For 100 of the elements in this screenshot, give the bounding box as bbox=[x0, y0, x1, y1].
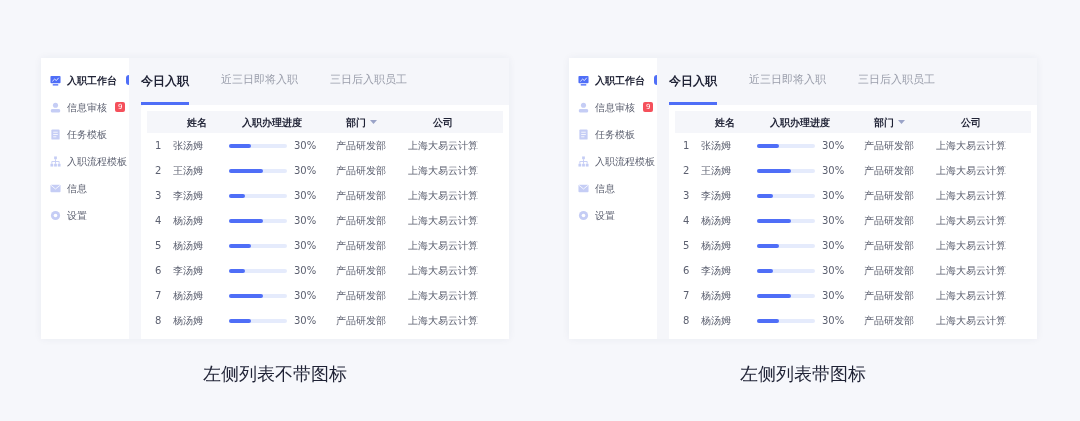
table-cell-text: 产品研发部 bbox=[335, 189, 387, 203]
progress-reading: 30% bbox=[294, 264, 317, 278]
row-number: 7 bbox=[682, 289, 691, 303]
mail-icon bbox=[578, 182, 589, 194]
table-cell-text: 王汤姆 bbox=[173, 164, 204, 178]
progress-reading: 30% bbox=[294, 289, 317, 303]
table-cell-text: 张汤姆 bbox=[173, 139, 204, 153]
sidebar-item[interactable]: 入职流程模板 bbox=[569, 152, 657, 170]
table-cell-text: 杨汤姆 bbox=[701, 239, 732, 253]
column-header[interactable]: 入职办理进度 bbox=[770, 114, 830, 130]
table-cell-text: 产品研发部 bbox=[863, 214, 915, 228]
sidebar-item[interactable]: 任务模板 bbox=[569, 125, 657, 143]
table-cell-text: 上海大易云计算 bbox=[407, 139, 479, 153]
row-number: 3 bbox=[154, 189, 163, 203]
progress-reading: 30% bbox=[822, 239, 845, 253]
user-icon bbox=[50, 101, 61, 113]
caption: 左侧列表带图标 bbox=[740, 362, 866, 386]
table-cell-text: 杨汤姆 bbox=[173, 214, 204, 228]
row-number: 3 bbox=[682, 189, 691, 203]
progress-reading: 30% bbox=[822, 289, 845, 303]
row-number: 7 bbox=[154, 289, 163, 303]
row-number: 2 bbox=[154, 164, 163, 178]
table-cell-text: 杨汤姆 bbox=[173, 289, 204, 303]
table-cell-text: 上海大易云计算 bbox=[407, 289, 479, 303]
row-number: 2 bbox=[682, 164, 691, 178]
table-cell-text: 杨汤姆 bbox=[701, 289, 732, 303]
table-cell-text: 产品研发部 bbox=[335, 239, 387, 253]
document-icon bbox=[578, 128, 589, 140]
table-cell-text: 李汤姆 bbox=[701, 264, 732, 278]
row-number: 5 bbox=[682, 239, 691, 253]
caption: 左侧列表不带图标 bbox=[203, 362, 347, 386]
progress-reading: 30% bbox=[822, 264, 845, 278]
progress-reading: 30% bbox=[822, 139, 845, 153]
table-cell-text: 上海大易云计算 bbox=[935, 214, 1007, 228]
table-cell-text: 上海大易云计算 bbox=[407, 314, 479, 328]
table-cell-text: 产品研发部 bbox=[863, 139, 915, 153]
column-header[interactable]: 部门 bbox=[345, 114, 377, 130]
table-cell-text: 产品研发部 bbox=[863, 289, 915, 303]
column-header[interactable]: 公司 bbox=[433, 114, 453, 130]
table-cell-text: 上海大易云计算 bbox=[935, 264, 1007, 278]
sidebar-item[interactable]: 设置 bbox=[41, 206, 129, 224]
row-number: 4 bbox=[682, 214, 691, 228]
column-header[interactable]: 姓名 bbox=[187, 114, 207, 130]
sidebar-item[interactable]: 入职工作台 bbox=[41, 71, 129, 89]
user-icon bbox=[578, 101, 589, 113]
sidebar-item[interactable]: 入职流程模板 bbox=[41, 152, 129, 170]
table-cell-text: 李汤姆 bbox=[701, 189, 732, 203]
table-cell-text: 产品研发部 bbox=[335, 139, 387, 153]
sort-caret-icon[interactable] bbox=[897, 120, 905, 124]
table-cell-text: 产品研发部 bbox=[335, 289, 387, 303]
progress-reading: 30% bbox=[822, 164, 845, 178]
sidebar-item[interactable]: 信息 bbox=[41, 179, 129, 197]
table-cell-text: 上海大易云计算 bbox=[935, 239, 1007, 253]
column-header[interactable]: 部门 bbox=[873, 114, 905, 130]
table-cell-text: 上海大易云计算 bbox=[407, 214, 479, 228]
table-cell-text: 杨汤姆 bbox=[701, 214, 732, 228]
hierarchy-icon bbox=[50, 155, 61, 167]
table-cell-text: 产品研发部 bbox=[863, 314, 915, 328]
table-cell-text: 上海大易云计算 bbox=[935, 289, 1007, 303]
table-cell-text: 杨汤姆 bbox=[173, 239, 204, 253]
progress-reading: 30% bbox=[822, 314, 845, 328]
progress-reading: 30% bbox=[294, 239, 317, 253]
table-cell-text: 李汤姆 bbox=[173, 264, 204, 278]
row-number: 6 bbox=[154, 264, 163, 278]
table-cell-text: 产品研发部 bbox=[863, 189, 915, 203]
progress-reading: 30% bbox=[822, 214, 845, 228]
table-cell-text: 上海大易云计算 bbox=[935, 189, 1007, 203]
mail-icon bbox=[50, 182, 61, 194]
table-cell-text: 产品研发部 bbox=[863, 239, 915, 253]
row-number: 5 bbox=[154, 239, 163, 253]
table-cell-text: 上海大易云计算 bbox=[407, 189, 479, 203]
column-header[interactable]: 入职办理进度 bbox=[242, 114, 302, 130]
table-cell-text: 上海大易云计算 bbox=[935, 164, 1007, 178]
table-cell-text: 上海大易云计算 bbox=[935, 139, 1007, 153]
table-cell-text: 上海大易云计算 bbox=[935, 314, 1007, 328]
monitor-icon bbox=[578, 74, 589, 86]
column-header[interactable]: 公司 bbox=[961, 114, 981, 130]
sidebar-item[interactable]: 任务模板 bbox=[41, 125, 129, 143]
row-number: 4 bbox=[154, 214, 163, 228]
progress-reading: 30% bbox=[294, 214, 317, 228]
table-cell-text: 产品研发部 bbox=[335, 164, 387, 178]
sidebar-item[interactable]: 入职工作台 bbox=[569, 71, 657, 89]
sort-caret-icon[interactable] bbox=[369, 120, 377, 124]
sidebar-item[interactable]: 信息 bbox=[569, 179, 657, 197]
row-number: 1 bbox=[154, 139, 163, 153]
table-cell-text: 杨汤姆 bbox=[701, 314, 732, 328]
table-cell-text: 产品研发部 bbox=[863, 164, 915, 178]
progress-reading: 30% bbox=[822, 189, 845, 203]
table-cell-text: 杨汤姆 bbox=[173, 314, 204, 328]
settings-icon bbox=[50, 209, 61, 221]
row-number: 1 bbox=[682, 139, 691, 153]
column-header[interactable]: 姓名 bbox=[715, 114, 735, 130]
table-cell-text: 产品研发部 bbox=[863, 264, 915, 278]
sidebar-item[interactable]: 设置 bbox=[569, 206, 657, 224]
row-number: 8 bbox=[154, 314, 163, 328]
progress-reading: 30% bbox=[294, 314, 317, 328]
monitor-icon bbox=[50, 74, 61, 86]
row-number: 8 bbox=[682, 314, 691, 328]
table-cell-text: 李汤姆 bbox=[173, 189, 204, 203]
table-cell-text: 上海大易云计算 bbox=[407, 264, 479, 278]
